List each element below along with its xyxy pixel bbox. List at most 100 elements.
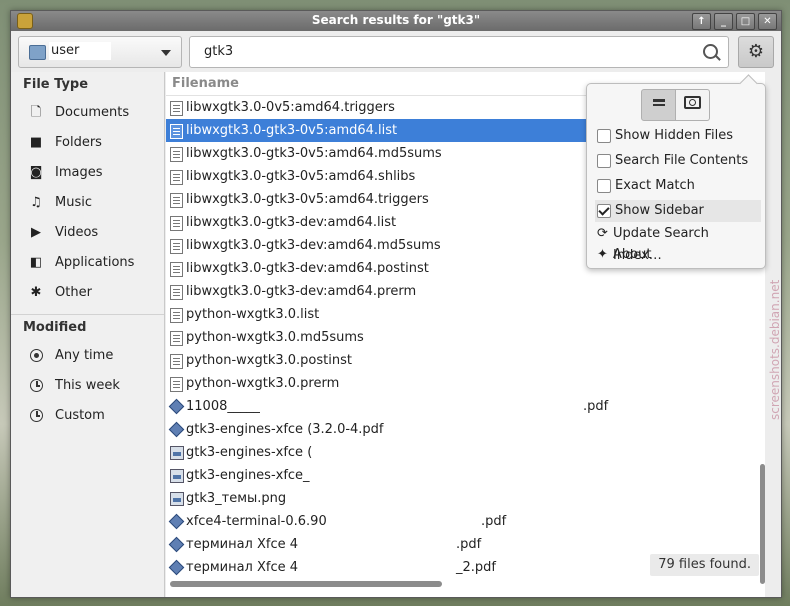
file-name: libwxgtk3.0-0v5:amd64.triggers: [186, 100, 395, 115]
clock-icon: [30, 409, 43, 422]
location-chooser[interactable]: user: [18, 36, 182, 68]
checkbox[interactable]: [597, 129, 611, 143]
applications-icon: ◧: [29, 255, 43, 270]
sidebar-item-other[interactable]: ✱ Other: [11, 278, 164, 308]
text-file-icon: [170, 285, 183, 300]
shade-button[interactable]: ↑: [692, 13, 711, 30]
file-row[interactable]: python-wxgtk3.0.postinst: [166, 349, 765, 372]
modified-any-time[interactable]: Any time: [11, 341, 164, 371]
search-input[interactable]: gtk3: [189, 36, 729, 68]
file-type-heading: File Type: [23, 77, 89, 92]
option-label: Search File Contents: [615, 153, 749, 168]
text-file-icon: [170, 193, 183, 208]
search-icon[interactable]: [703, 44, 718, 59]
image-file-icon: [170, 469, 184, 483]
pdf-file-icon: [170, 561, 181, 574]
sidebar-item-folders[interactable]: ■ Folders: [11, 128, 164, 158]
folder-icon: [29, 45, 46, 60]
file-name: python-wxgtk3.0.prerm: [186, 376, 340, 391]
file-name: gtk3-engines-xfce (3.2.0-4.pdf: [186, 422, 384, 437]
sidebar-item-label: Folders: [55, 135, 102, 150]
pdf-file-icon: [170, 538, 181, 551]
checkbox[interactable]: [597, 179, 611, 193]
text-file-icon: [170, 170, 183, 185]
file-name: терминал Xfce 4: [186, 560, 299, 575]
view-toggle: [641, 89, 710, 121]
pdf-file-icon: [170, 423, 181, 436]
file-name: gtk3_темы.png: [186, 491, 287, 506]
option-search-file-contents[interactable]: Search File Contents: [595, 150, 761, 172]
sidebar-item-images[interactable]: ◙ Images: [11, 158, 164, 188]
option-show-hidden-files[interactable]: Show Hidden Files: [595, 125, 761, 147]
vertical-scrollbar[interactable]: [760, 464, 765, 584]
watermark: screenshots.debian.net: [768, 279, 782, 420]
file-extension: .pdf: [481, 514, 507, 529]
option-exact-match[interactable]: Exact Match: [595, 175, 761, 197]
file-row[interactable]: gtk3-engines-xfce (: [166, 441, 765, 464]
option-label: Show Hidden Files: [615, 128, 733, 143]
file-row[interactable]: терминал Xfce 4 .pdf: [166, 533, 765, 556]
file-name: libwxgtk3.0-gtk3-0v5:amd64.list: [186, 123, 398, 138]
checkbox[interactable]: [597, 154, 611, 168]
file-row[interactable]: python-wxgtk3.0.prerm: [166, 372, 765, 395]
pdf-file-icon: [170, 400, 181, 413]
sidebar-item-applications[interactable]: ◧ Applications: [11, 248, 164, 278]
about-item[interactable]: ✦ About: [595, 244, 761, 266]
title-bar: Search results for "gtk3" ↑ _ □ ✕: [11, 11, 781, 31]
text-file-icon: [170, 239, 183, 254]
image-file-icon: [170, 492, 184, 506]
file-name: libwxgtk3.0-gtk3-0v5:amd64.triggers: [186, 192, 429, 207]
file-row[interactable]: gtk3-engines-xfce (3.2.0-4.pdf: [166, 418, 765, 441]
thumbnail-view-button[interactable]: [676, 89, 710, 121]
file-row[interactable]: gtk3_темы.png: [166, 487, 765, 510]
maximize-button[interactable]: □: [736, 13, 755, 30]
options-popover: Show Hidden Files Search File Contents E…: [586, 74, 766, 269]
file-name: libwxgtk3.0-gtk3-dev:amd64.md5sums: [186, 238, 441, 253]
file-name: libwxgtk3.0-gtk3-0v5:amd64.md5sums: [186, 146, 442, 161]
file-row[interactable]: gtk3-engines-xfce_: [166, 464, 765, 487]
file-row[interactable]: xfce4-terminal-0.6.90 .pdf: [166, 510, 765, 533]
file-extension: _2.pdf: [456, 560, 496, 575]
modified-this-week[interactable]: This week: [11, 371, 164, 401]
file-row[interactable]: python-wxgtk3.0.list: [166, 303, 765, 326]
text-file-icon: [170, 377, 183, 392]
file-row[interactable]: libwxgtk3.0-gtk3-dev:amd64.prerm: [166, 280, 765, 303]
text-file-icon: [170, 124, 183, 139]
minimize-button[interactable]: _: [714, 13, 733, 30]
file-name: libwxgtk3.0-gtk3-0v5:amd64.shlibs: [186, 169, 416, 184]
file-name: python-wxgtk3.0.postinst: [186, 353, 352, 368]
sidebar-item-videos[interactable]: ▶ Videos: [11, 218, 164, 248]
file-name: xfce4-terminal-0.6.90: [186, 514, 327, 529]
window-title: Search results for "gtk3": [311, 13, 481, 27]
file-name: терминал Xfce 4: [186, 537, 299, 552]
location-label: user: [49, 42, 111, 60]
text-file-icon: [170, 262, 183, 277]
sidebar-item-music[interactable]: ♫ Music: [11, 188, 164, 218]
modified-custom[interactable]: Custom: [11, 401, 164, 431]
sidebar-item-documents[interactable]: 🗋 Documents: [11, 98, 164, 128]
image-file-icon: [170, 446, 184, 460]
checkbox-checked[interactable]: [597, 204, 611, 218]
radio-selected-icon: [30, 349, 43, 362]
text-file-icon: [170, 216, 183, 231]
option-show-sidebar[interactable]: Show Sidebar: [595, 200, 761, 222]
video-icon: ▶: [31, 225, 41, 240]
text-file-icon: [170, 331, 183, 346]
close-button[interactable]: ✕: [758, 13, 777, 30]
modified-label: Any time: [55, 348, 114, 363]
file-row[interactable]: 11008_____ .pdf: [166, 395, 765, 418]
file-name: python-wxgtk3.0.md5sums: [186, 330, 364, 345]
file-row[interactable]: python-wxgtk3.0.md5sums: [166, 326, 765, 349]
gear-icon-button[interactable]: ⚙: [738, 36, 774, 68]
horizontal-scrollbar[interactable]: [170, 581, 442, 587]
file-name: libwxgtk3.0-gtk3-dev:amd64.prerm: [186, 284, 417, 299]
list-view-button[interactable]: [641, 89, 676, 121]
update-search-index-item[interactable]: ⟳ Update Search Index…: [595, 223, 761, 263]
file-extension: .pdf: [456, 537, 482, 552]
option-label: Exact Match: [615, 178, 695, 193]
text-file-icon: [170, 308, 183, 323]
file-name: gtk3-engines-xfce (: [186, 445, 313, 460]
sidebar-item-label: Music: [55, 195, 92, 210]
camera-icon: [684, 96, 701, 109]
option-label: Show Sidebar: [615, 203, 704, 218]
